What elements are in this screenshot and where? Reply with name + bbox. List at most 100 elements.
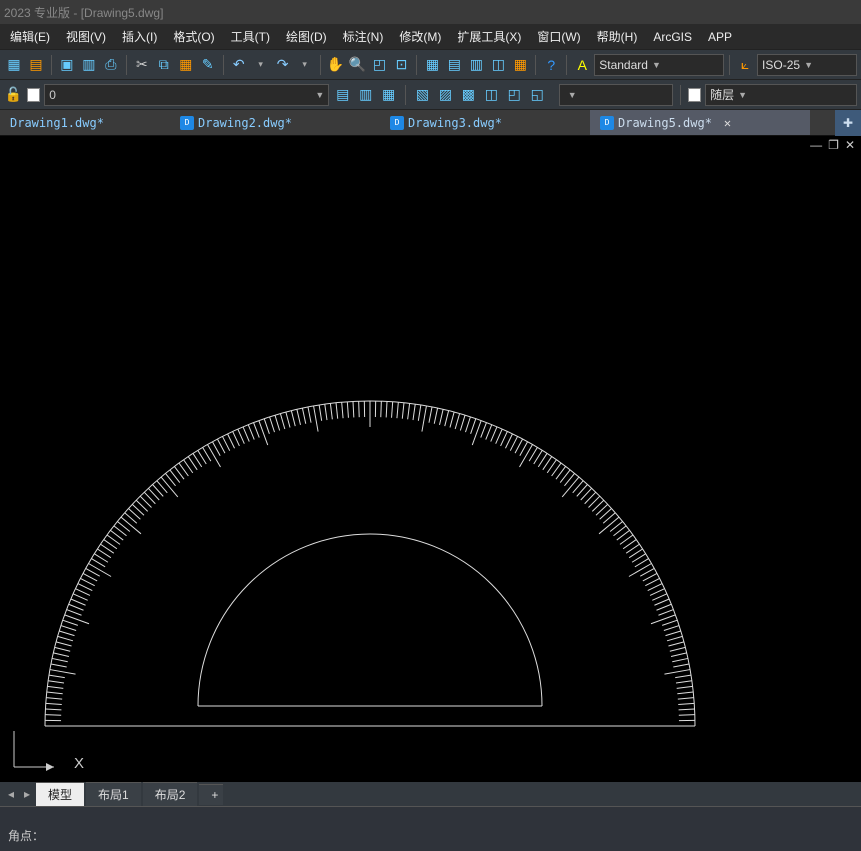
cut-icon[interactable]: ✂	[132, 55, 152, 75]
block-tool2-icon[interactable]: ▨	[436, 85, 455, 105]
grid-icon[interactable]: ▦	[422, 55, 442, 75]
drawing-content	[0, 136, 861, 806]
window-title: 2023 专业版 - [Drawing5.dwg]	[4, 4, 163, 21]
redo-icon[interactable]: ↷	[273, 55, 293, 75]
copy-icon[interactable]: ⧉	[154, 55, 174, 75]
linetype-color-box[interactable]	[688, 88, 701, 102]
layout-add-tab[interactable]: +	[199, 784, 223, 805]
separator	[566, 55, 567, 75]
layer-color-box[interactable]	[27, 88, 40, 102]
close-icon[interactable]: ✕	[724, 116, 731, 130]
layer-tool1-icon[interactable]: ▤	[333, 85, 352, 105]
separator	[126, 55, 127, 75]
tab-nav-prev-icon[interactable]: ▸	[20, 787, 34, 801]
menu-app[interactable]: APP	[700, 26, 740, 48]
zoom-window-icon[interactable]: ◰	[370, 55, 390, 75]
separator	[223, 55, 224, 75]
table-icon[interactable]: ▤	[444, 55, 464, 75]
dim-style-dropdown[interactable]: ISO-25 ▼	[757, 54, 857, 76]
group-dropdown[interactable]: ▼	[559, 84, 673, 106]
chevron-down-icon: ▼	[568, 90, 577, 100]
dim-style-value: ISO-25	[762, 58, 800, 72]
title-bar: 2023 专业版 - [Drawing5.dwg]	[0, 0, 861, 24]
doc-tab-4[interactable]: D Drawing5.dwg* ✕	[590, 110, 810, 135]
tool3-icon[interactable]: ▦	[510, 55, 530, 75]
zoom-icon[interactable]: 🔍	[348, 55, 368, 75]
menu-draw[interactable]: 绘图(D)	[278, 24, 335, 49]
textstyle-icon[interactable]: A	[572, 55, 592, 75]
menu-ext[interactable]: 扩展工具(X)	[449, 24, 529, 49]
menu-help[interactable]: 帮助(H)	[589, 24, 646, 49]
block-tool6-icon[interactable]: ◱	[528, 85, 547, 105]
redo-drop-icon[interactable]: ▾	[295, 55, 315, 75]
menu-edit[interactable]: 编辑(E)	[2, 24, 58, 49]
open-icon[interactable]: ▤	[26, 55, 46, 75]
command-prompt: 角点：	[8, 829, 44, 843]
menu-modify[interactable]: 修改(M)	[391, 24, 449, 49]
doc-tab-label: Drawing2.dwg*	[198, 116, 292, 130]
dwg-icon: D	[390, 116, 404, 130]
undo-drop-icon[interactable]: ▾	[251, 55, 271, 75]
separator	[405, 85, 406, 105]
layout-2-tab[interactable]: 布局2	[143, 782, 198, 806]
menu-format[interactable]: 格式(O)	[165, 24, 222, 49]
layer-tool3-icon[interactable]: ▦	[379, 85, 398, 105]
help-icon[interactable]: ?	[541, 55, 561, 75]
print-icon[interactable]: ⎙	[101, 55, 121, 75]
menu-dim[interactable]: 标注(N)	[335, 24, 392, 49]
menu-insert[interactable]: 插入(I)	[114, 24, 165, 49]
block-tool4-icon[interactable]: ◫	[482, 85, 501, 105]
block-tool5-icon[interactable]: ◰	[505, 85, 524, 105]
tab-nav-first-icon[interactable]: ◂	[4, 787, 18, 801]
text-icon[interactable]: ▥	[466, 55, 486, 75]
tool2-icon[interactable]: ◫	[488, 55, 508, 75]
dimstyle-icon[interactable]: ⟀	[735, 55, 755, 75]
layer-lock-icon[interactable]: 🔓	[4, 85, 23, 105]
linetype-value: 随层	[710, 86, 734, 103]
ucs-x-label: X	[74, 755, 84, 772]
menu-window[interactable]: 窗口(W)	[529, 24, 588, 49]
text-style-value: Standard	[599, 58, 648, 72]
layer-dropdown[interactable]: 0 ▼	[44, 84, 329, 106]
chevron-down-icon: ▼	[315, 90, 324, 100]
dwg-icon: D	[180, 116, 194, 130]
save-icon[interactable]: ▣	[57, 55, 77, 75]
menu-tools[interactable]: 工具(T)	[223, 24, 278, 49]
paste-icon[interactable]: ▦	[176, 55, 196, 75]
dwg-icon: D	[600, 116, 614, 130]
new-doc-button[interactable]: ✚	[835, 110, 861, 136]
separator	[416, 55, 417, 75]
linetype-dropdown[interactable]: 随层 ▼	[705, 84, 857, 106]
menu-view[interactable]: 视图(V)	[58, 24, 114, 49]
pan-icon[interactable]: ✋	[326, 55, 346, 75]
text-style-dropdown[interactable]: Standard ▼	[594, 54, 724, 76]
doc-tab-3[interactable]: D Drawing3.dwg*	[380, 110, 590, 135]
document-tabs: Drawing1.dwg* D Drawing2.dwg* D Drawing3…	[0, 110, 861, 136]
ucs-icon: X	[8, 727, 88, 780]
undo-icon[interactable]: ↶	[229, 55, 249, 75]
menu-arcgis[interactable]: ArcGIS	[645, 26, 700, 48]
doc-tab-1[interactable]: Drawing1.dwg*	[0, 110, 170, 135]
layout-tabs: ◂ ▸ 模型 布局1 布局2 +	[0, 782, 861, 806]
zoom-extents-icon[interactable]: ⊡	[392, 55, 412, 75]
chevron-down-icon: ▼	[804, 60, 813, 70]
layout-1-tab[interactable]: 布局1	[86, 782, 141, 806]
match-icon[interactable]: ✎	[198, 55, 218, 75]
layer-name: 0	[49, 88, 56, 102]
new-icon[interactable]: ▦	[4, 55, 24, 75]
menu-bar: 编辑(E) 视图(V) 插入(I) 格式(O) 工具(T) 绘图(D) 标注(N…	[0, 24, 861, 50]
toolbar-main: ▦ ▤ ▣ ▥ ⎙ ✂ ⧉ ▦ ✎ ↶ ▾ ↷ ▾ ✋ 🔍 ◰ ⊡ ▦ ▤ ▥ …	[0, 50, 861, 80]
block-tool1-icon[interactable]: ▧	[413, 85, 432, 105]
layout-model-tab[interactable]: 模型	[36, 782, 84, 806]
doc-tab-2[interactable]: D Drawing2.dwg*	[170, 110, 380, 135]
saveas-icon[interactable]: ▥	[79, 55, 99, 75]
drawing-canvas[interactable]: — ❐ ✕ X ◂ ▸ 模型 布局1 布局2 +	[0, 136, 861, 806]
doc-tab-label: Drawing5.dwg*	[618, 116, 712, 130]
doc-tab-label: Drawing3.dwg*	[408, 116, 502, 130]
separator	[320, 55, 321, 75]
layer-tool2-icon[interactable]: ▥	[356, 85, 375, 105]
chevron-down-icon: ▼	[652, 60, 661, 70]
command-bar[interactable]: 角点：	[0, 806, 861, 851]
block-tool3-icon[interactable]: ▩	[459, 85, 478, 105]
separator	[535, 55, 536, 75]
